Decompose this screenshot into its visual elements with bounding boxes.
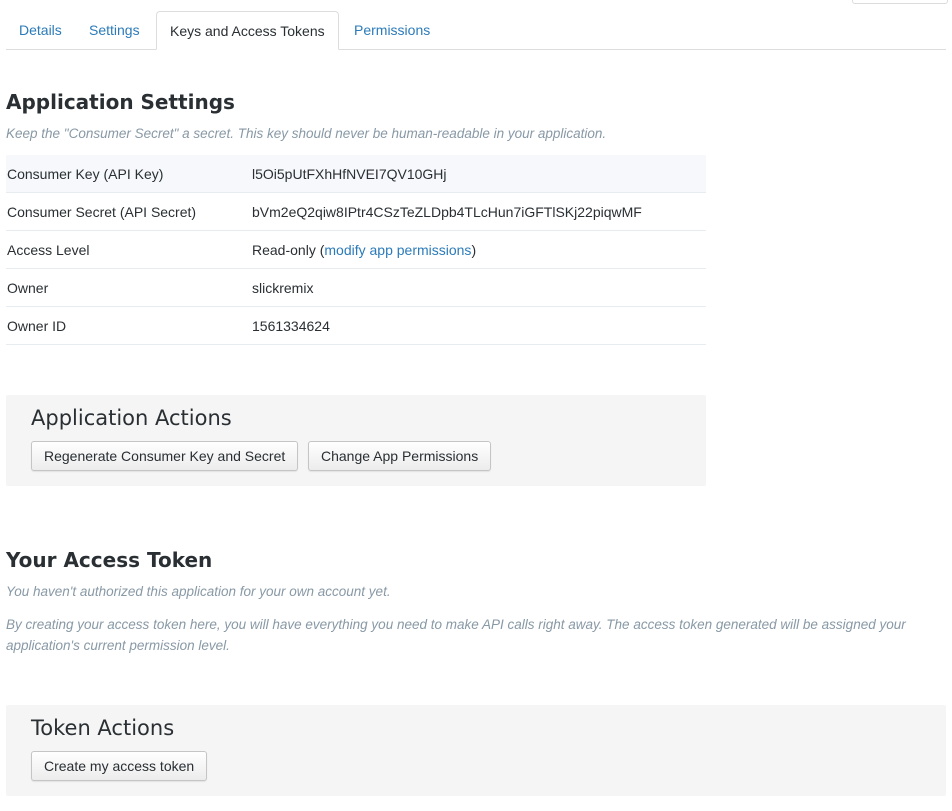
owner-id-value: 1561334624 <box>251 306 706 345</box>
application-actions-heading: Application Actions <box>31 406 232 430</box>
modify-app-permissions-link[interactable]: modify app permissions <box>324 242 471 258</box>
consumer-secret-label: Consumer Secret (API Secret) <box>6 192 251 231</box>
access-level-suffix: ) <box>471 241 477 258</box>
token-actions-panel: Token Actions Create my access token <box>6 705 946 796</box>
consumer-secret-value: bVm2eQ2qiw8IPtr4CSzTeZLDpb4TLcHun7iGFTlS… <box>251 192 706 231</box>
create-access-token-button[interactable]: Create my access token <box>31 751 208 781</box>
token-actions-heading: Token Actions <box>31 716 175 740</box>
owner-value: slickremix <box>251 268 706 307</box>
consumer-key-label: Consumer Key (API Key) <box>6 155 251 193</box>
table-row: Owner ID 1561334624 <box>6 306 706 345</box>
access-token-description: By creating your access token here, you … <box>6 617 906 653</box>
consumer-key-value: l5Oi5pUtFXhHfNVEI7QV10GHj <box>251 155 706 193</box>
access-level-value: Read-only (modify app permissions) <box>251 230 706 269</box>
tab-bar: Details Settings Keys and Access Tokens … <box>6 11 946 50</box>
access-level-label: Access Level <box>6 230 251 269</box>
table-row: Consumer Secret (API Secret) bVm2eQ2qiw8… <box>6 192 706 231</box>
access-level-text: Read-only ( <box>252 241 325 258</box>
tab-keys-and-access-tokens[interactable]: Keys and Access Tokens <box>156 11 339 50</box>
table-row: Owner slickremix <box>6 268 706 307</box>
consumer-secret-hint: Keep the "Consumer Secret" a secret. Thi… <box>6 126 607 141</box>
not-authorized-hint: You haven't authorized this application … <box>6 584 391 599</box>
regenerate-consumer-key-button[interactable]: Regenerate Consumer Key and Secret <box>31 441 299 471</box>
top-right-control-edge <box>852 0 948 4</box>
tab-permissions[interactable]: Permissions <box>341 11 443 48</box>
application-settings-heading: Application Settings <box>6 90 235 114</box>
owner-id-label: Owner ID <box>6 306 251 345</box>
tab-settings[interactable]: Settings <box>76 11 153 48</box>
your-access-token-heading: Your Access Token <box>6 548 213 572</box>
table-row: Access Level Read-only (modify app permi… <box>6 230 706 269</box>
owner-label: Owner <box>6 268 251 307</box>
application-settings-table: Consumer Key (API Key) l5Oi5pUtFXhHfNVEI… <box>6 155 706 345</box>
table-row: Consumer Key (API Key) l5Oi5pUtFXhHfNVEI… <box>6 155 706 193</box>
tab-details[interactable]: Details <box>6 11 75 48</box>
change-app-permissions-button[interactable]: Change App Permissions <box>308 441 492 471</box>
application-actions-panel: Application Actions Regenerate Consumer … <box>6 395 706 486</box>
